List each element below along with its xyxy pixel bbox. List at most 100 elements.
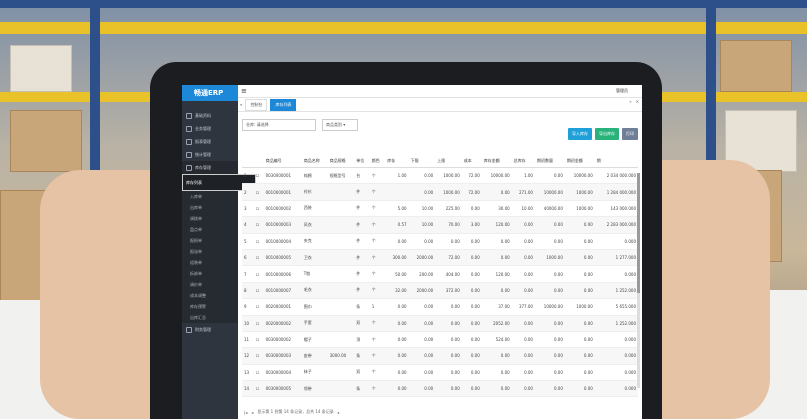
sub-item[interactable]: 库存预警 [182,301,238,312]
tab-next-icon[interactable]: » [629,99,631,104]
table-row[interactable]: 2 ☐ 0010000001 衬衫件个 0.00 1000.00 72.00 0.00 271.… [242,183,638,201]
column-header[interactable]: 库存金额 [481,155,512,168]
table-row[interactable]: 9 ☐ 0020000001 围巾条 1 0.00 0.00 0.00 0.00 37.00 377… [242,298,638,316]
cell-cost: 0.00 [461,298,482,316]
row-checkbox[interactable]: ☐ [253,282,264,300]
cell-code: 0010000004 [263,233,302,250]
column-header[interactable]: 商品编号 [263,155,302,168]
tab-prev-icon[interactable]: « [240,102,242,107]
next-page-button[interactable]: ▸ [338,410,340,415]
column-header[interactable]: 商品名称 [301,155,328,168]
column-header[interactable]: 商品规格 [327,155,355,168]
sub-item[interactable]: 组装单 [182,257,238,268]
table-row[interactable]: 3 ☐ 0010000002 西装件个 5.00 10.00 225.00 0.00 30.00… [242,200,638,218]
column-header[interactable] [253,155,264,168]
topbar: ≡ 管理员 [238,85,642,98]
sidebar-item-stats[interactable]: 统计管理 [182,148,238,161]
column-header[interactable]: 成本 [461,155,482,168]
row-checkbox[interactable]: ☐ [253,167,264,185]
cell-total: 0.00 [511,347,535,365]
column-header[interactable]: 下限 [408,155,436,168]
cell-unit: 件 [354,200,370,218]
cell-qty: 0.00 [385,331,409,349]
cell-q0: 0.00 [534,347,565,365]
table-row[interactable]: 14 ☐ 0030000005 领带条个 0.00 0.00 0.00 0.00 0.00 0.0… [242,380,638,398]
table-row[interactable]: 5 ☐ 0010000004 夹克件个 0.00 0.00 0.00 0.00 0.00 0.00… [242,233,638,250]
first-page-button[interactable]: |◂ [244,410,247,415]
sidebar-item-finance[interactable]: 财务管理 [182,323,238,336]
sub-item[interactable]: 调拨单 [182,213,238,224]
row-checkbox[interactable]: ☐ [253,265,264,283]
column-header[interactable]: 库存 [385,155,409,168]
sub-item[interactable]: 盘点单 [182,224,238,235]
cell-high: 72.00 [435,249,462,267]
close-icon[interactable]: ✕ [636,99,639,104]
table-row[interactable]: 12 ☐ 0030000003 皮带 3000.00 条个 0.00 0.00 0.00 0.00… [242,347,638,365]
sub-item[interactable]: 调价单 [182,279,238,290]
prev-page-button[interactable]: ◂ [251,410,253,415]
cell-spec [327,233,355,250]
row-checkbox[interactable]: ☐ [253,249,264,267]
cell-n: 7 [242,265,254,283]
sub-item[interactable]: 报溢单 [182,246,238,257]
sidebar-item-basic[interactable]: 基础资料 [182,109,238,122]
table-row[interactable]: 10 ☐ 0020000002 手套双个 0.00 0.00 0.00 0.00 2052.00… [242,315,638,332]
column-header[interactable]: 颜色 [369,155,386,168]
cell-high: 0.00 [435,347,462,365]
table-row[interactable]: 13 ☐ 0030000004 袜子双个 0.00 0.00 0.00 0.00 0.00 0.0… [242,364,638,382]
row-checkbox[interactable]: ☐ [253,183,264,201]
column-header[interactable]: 期 [594,155,638,168]
sub-item[interactable]: 报损单 [182,235,238,246]
menu-toggle-icon[interactable]: ≡ [241,87,247,95]
cell-c: 个 [369,183,386,201]
tab-inventory-list[interactable]: 库存列表 [270,98,297,111]
table-row[interactable]: 6 ☐ 0010000005 卫衣件个 300.00 2000.00 72.00 0.00 0.… [242,249,638,267]
sub-item[interactable]: 出库单 [182,202,238,213]
sub-item[interactable]: 成本调整 [182,290,238,301]
scrollbar[interactable] [637,173,640,388]
table-row[interactable]: 7 ☐ 0010000006 T恤件个 50.00 200.00 404.00 0.00 120… [242,265,638,283]
cell-amt: 37.00 [481,298,512,316]
pagination: |◂ ◂ 显示第 1 到第 14 条记录，总共 14 条记录 ▸ [238,407,340,417]
tab-console[interactable]: 控制台 [245,98,268,111]
row-checkbox[interactable]: ☐ [253,331,264,349]
sidebar-item-inventory[interactable]: 库存管理 [182,161,238,174]
category-select[interactable]: 商品类别 ▾ [322,119,358,131]
import-button[interactable]: 导入库存 [568,128,592,140]
column-header[interactable]: 期初数量 [534,155,565,168]
sub-item[interactable]: 入库单 [182,191,238,202]
row-checkbox[interactable]: ☐ [253,298,264,316]
scroll-thumb[interactable] [637,173,640,293]
row-checkbox[interactable]: ☐ [253,315,264,332]
column-header[interactable]: 期初金额 [564,155,595,168]
table-row[interactable]: 1 ☐ 0030000001 纯棉 规格型号台个 1.00 0.00 1000.00 72.00… [242,167,638,185]
cell-cost: 0.00 [461,364,482,382]
cell-n: 8 [242,282,254,300]
row-checkbox[interactable]: ☐ [253,216,264,234]
user-name[interactable]: 管理员 [616,88,628,94]
export-button[interactable]: 导出库存 [595,128,619,140]
table-row[interactable]: 11 ☐ 0030000002 帽子顶个 0.00 0.00 0.00 0.00 524.00 0… [242,331,638,349]
column-header[interactable]: 总库存 [511,155,535,168]
column-header[interactable] [242,155,254,168]
cell-q0: 1000.00 [534,249,565,267]
row-checkbox[interactable]: ☐ [253,200,264,218]
sub-item[interactable]: 出库汇总 [182,312,238,323]
cell-c: 个 [369,282,386,300]
print-button[interactable]: 打印 [622,128,638,140]
cell-n: 12 [242,347,254,365]
row-checkbox[interactable]: ☐ [253,380,264,398]
sidebar-item-reports[interactable]: 报表管理 [182,135,238,148]
warehouse-select[interactable]: 仓库: 请选择 [242,119,316,131]
cell-code: 0010000005 [263,249,302,267]
sub-item[interactable]: 拆卸单 [182,268,238,279]
table-row[interactable]: 4 ☐ 0010000003 风衣 件个 0.57 10.00 70.00 3.00 120.00… [242,216,638,234]
sidebar-item-business[interactable]: 业务管理 [182,122,238,135]
row-checkbox[interactable]: ☐ [253,364,264,382]
row-checkbox[interactable]: ☐ [253,233,264,250]
app-logo[interactable]: 畅通ERP [182,85,238,101]
row-checkbox[interactable]: ☐ [253,347,264,365]
table-row[interactable]: 8 ☐ 0010000007 毛衣件个 32.00 2000.00 372.00 0.00 0.… [242,282,638,300]
column-header[interactable]: 上限 [435,155,462,168]
column-header[interactable]: 单位 [354,155,370,168]
